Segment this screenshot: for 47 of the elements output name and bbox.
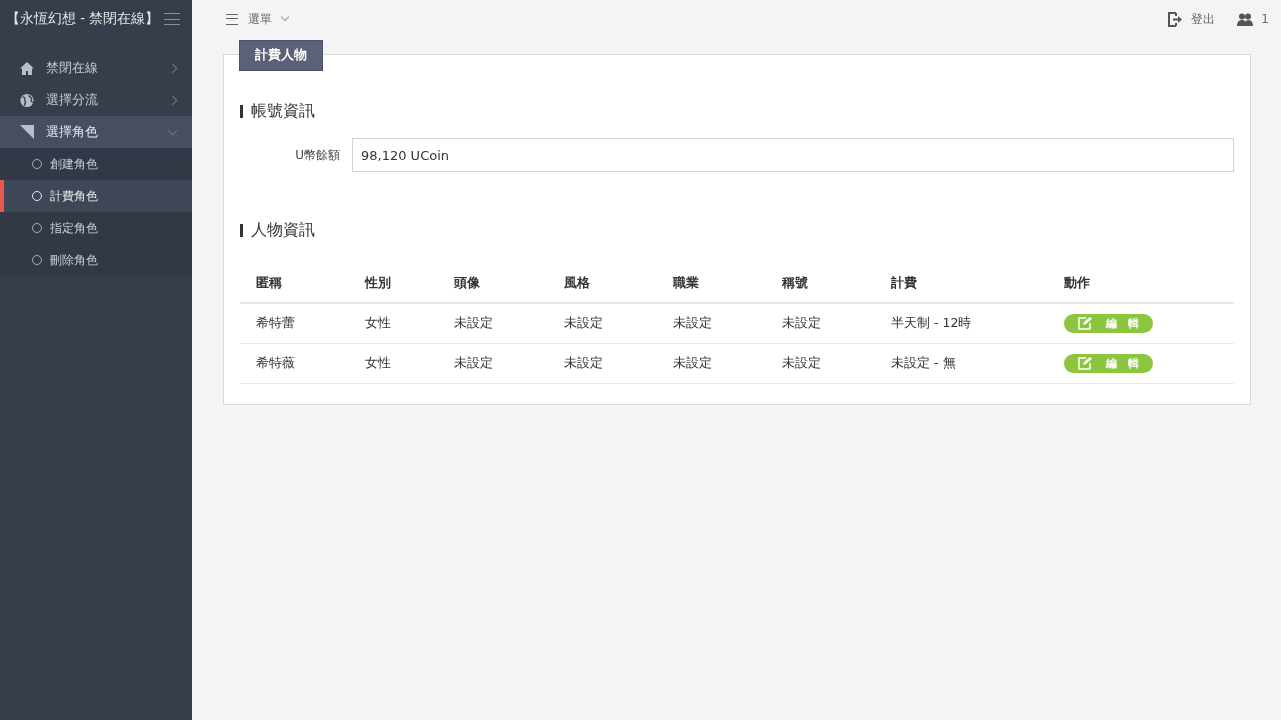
table-cell: 未設定 - 無	[875, 343, 1048, 384]
sidebar-item[interactable]: 禁閉在線	[0, 52, 192, 84]
table-cell: 希特蕾	[240, 303, 350, 344]
table-cell: 希特薇	[240, 343, 350, 384]
sidebar-item[interactable]: 選擇分流	[0, 84, 192, 116]
menu-link[interactable]: 選單	[248, 10, 272, 28]
user-count: 1	[1261, 12, 1269, 26]
table-cell: 未設定	[656, 343, 766, 384]
sidebar-subitem[interactable]: 刪除角色	[0, 244, 192, 276]
column-header: 動作	[1047, 265, 1234, 303]
table-cell: 未設定	[547, 303, 657, 344]
logout-icon[interactable]	[1168, 11, 1184, 27]
triangle-icon	[20, 125, 34, 139]
sidebar-item[interactable]: 選擇角色	[0, 116, 192, 148]
sidebar-subitem[interactable]: 創建角色	[0, 148, 192, 180]
brand-title: 【永恆幻想 - 禁閉在線】	[6, 10, 160, 28]
table-cell: 未設定	[765, 343, 876, 384]
table-cell: 未設定	[438, 303, 548, 344]
table-cell: 半天制 - 12時	[875, 303, 1048, 344]
home-icon	[20, 61, 34, 75]
column-header: 頭像	[438, 265, 548, 303]
menu-icon[interactable]	[226, 13, 238, 25]
field-label: U幣餘額	[294, 146, 340, 164]
edit-icon	[1077, 317, 1092, 330]
column-header: 計費	[875, 265, 1048, 303]
column-header: 稱號	[765, 265, 876, 303]
sidebar-subitem[interactable]: 計費角色	[0, 180, 192, 212]
logout-link[interactable]: 登出	[1191, 10, 1216, 28]
menu-icon[interactable]	[164, 13, 180, 25]
table-cell: 女性	[349, 303, 439, 344]
edit-icon	[1077, 357, 1092, 370]
table-cell: 未設定	[765, 303, 876, 344]
users-icon[interactable]	[1237, 12, 1254, 26]
table-cell: 未設定	[438, 343, 548, 384]
column-header: 性別	[349, 265, 439, 303]
globe-icon	[20, 92, 34, 108]
sidebar-subitem[interactable]: 指定角色	[0, 212, 192, 244]
section-heading: 帳號資訊	[251, 101, 315, 122]
column-header: 匿稱	[240, 265, 350, 303]
table-cell: 未設定	[656, 303, 766, 344]
column-header: 風格	[547, 265, 657, 303]
input-field[interactable]: 98,120 UCoin	[352, 138, 1234, 172]
panel-tab[interactable]: 計費人物	[239, 40, 323, 71]
column-header: 職業	[656, 265, 766, 303]
table-cell: 女性	[349, 343, 439, 384]
table-cell: 未設定	[547, 343, 657, 384]
section-heading: 人物資訊	[251, 220, 315, 241]
